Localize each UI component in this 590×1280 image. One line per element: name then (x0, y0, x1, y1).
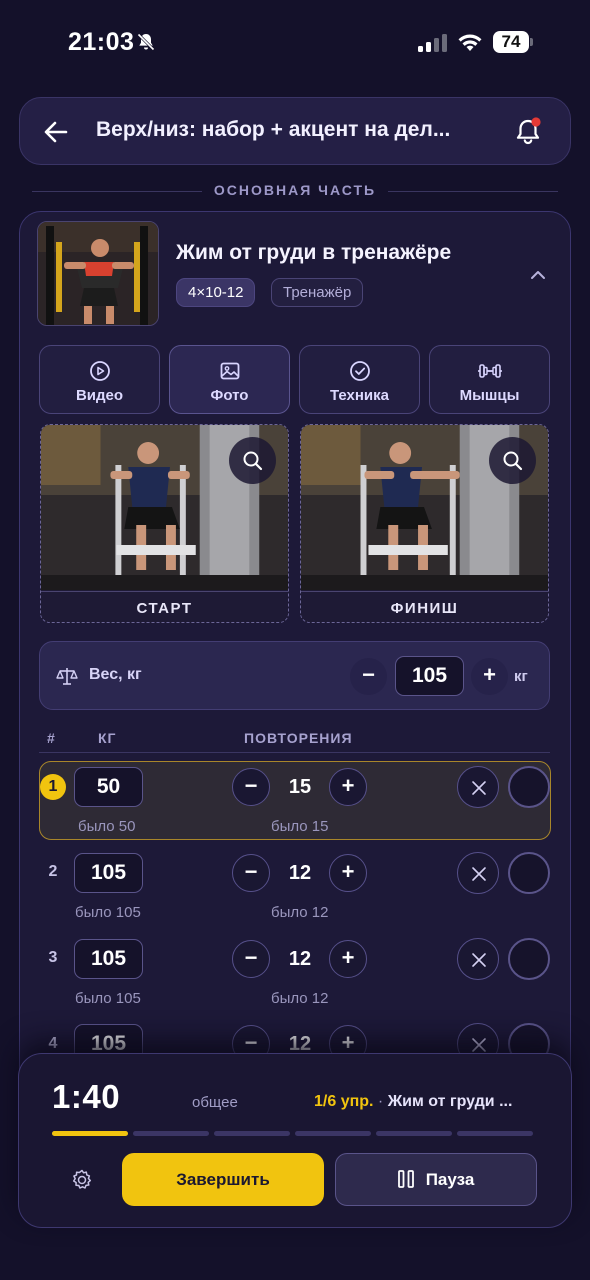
set-kg-input[interactable]: 105 (74, 939, 143, 979)
battery-level: 74 (493, 31, 529, 53)
signal-icon (418, 34, 447, 52)
check-icon (349, 361, 370, 381)
set-kg-input[interactable]: 105 (74, 853, 143, 893)
section-label: ОСНОВНАЯ ЧАСТЬ (0, 182, 590, 198)
set-number: 2 (48, 863, 58, 880)
set-number: 1 (40, 774, 66, 800)
close-icon (472, 781, 486, 795)
battery-icon: 74 (493, 31, 533, 53)
gear-icon[interactable] (70, 1168, 94, 1192)
exercise-thumbnail[interactable] (37, 221, 159, 326)
photo-start[interactable]: СТАРТ (40, 424, 289, 623)
tab-label: Мышцы (459, 387, 520, 404)
complete-set-button[interactable] (508, 766, 550, 808)
tab-label: Фото (210, 387, 249, 404)
search-icon (503, 451, 523, 471)
image-icon (220, 362, 239, 380)
progress-segment-fill (52, 1131, 128, 1136)
back-arrow-icon[interactable] (38, 114, 74, 150)
pause-button[interactable]: Пауза (335, 1153, 537, 1206)
column-header-kg: КГ (98, 730, 117, 746)
photo-finish[interactable]: ФИНИШ (300, 424, 549, 623)
zoom-finish-button[interactable] (489, 437, 536, 484)
wifi-icon (458, 34, 482, 51)
pause-icon (397, 1170, 414, 1188)
weight-increase-button[interactable]: + (471, 658, 508, 695)
weight-input[interactable]: 105 (395, 656, 464, 696)
reps-increase-button[interactable]: + (329, 854, 367, 892)
reps-decrease-button[interactable]: − (232, 854, 270, 892)
reps-increase-button[interactable]: + (329, 768, 367, 806)
set-kg-input[interactable]: 50 (74, 767, 143, 807)
reps-decrease-button[interactable]: − (232, 940, 270, 978)
reps-decrease-button[interactable]: − (232, 768, 270, 806)
bell-muted-icon (137, 33, 155, 51)
set-number: 3 (48, 949, 58, 966)
notification-bell-icon[interactable] (512, 114, 546, 150)
previous-reps: было 12 (271, 990, 329, 1007)
set-reps-value: 12 (288, 862, 312, 884)
play-icon (89, 361, 110, 381)
previous-reps: было 15 (271, 818, 329, 835)
previous-reps: было 12 (271, 904, 329, 921)
zoom-start-button[interactable] (229, 437, 276, 484)
delete-set-button[interactable] (457, 852, 499, 894)
search-icon (243, 451, 263, 471)
set-number: 4 (48, 1035, 58, 1052)
close-icon (472, 953, 486, 967)
column-header-reps: ПОВТОРЕНИЯ (244, 730, 353, 746)
progress-segment (376, 1131, 452, 1136)
progress-segment (214, 1131, 290, 1136)
weight-label: Вес, кг (89, 666, 142, 683)
finish-workout-button[interactable]: Завершить (122, 1153, 324, 1206)
progress-segment (52, 1131, 128, 1136)
tab-technique[interactable]: Техника (299, 345, 420, 414)
exercise-progress: 1/6 упр. · Жим от груди ... (314, 1093, 513, 1110)
progress-segment (295, 1131, 371, 1136)
scale-icon (56, 668, 78, 685)
reps-increase-button[interactable]: + (329, 940, 367, 978)
previous-kg: было 50 (78, 818, 136, 835)
tab-photo[interactable]: Фото (169, 345, 290, 414)
delete-set-button[interactable] (457, 938, 499, 980)
chevron-up-icon[interactable] (528, 265, 548, 285)
pause-label: Пауза (425, 1170, 475, 1189)
complete-set-button[interactable] (508, 852, 550, 894)
exercise-title: Жим от груди в тренажёре (176, 241, 452, 264)
progress-segment (133, 1131, 209, 1136)
dumbbell-icon (477, 364, 502, 378)
photo-caption-finish: ФИНИШ (301, 591, 548, 622)
equipment-badge: Тренажёр (271, 278, 364, 307)
sets-reps-badge: 4×10-12 (176, 278, 256, 307)
session-timer: 1:40 (52, 1078, 121, 1115)
delete-set-button[interactable] (457, 766, 499, 808)
current-exercise-name: Жим от груди ... (387, 1093, 513, 1110)
previous-kg: было 105 (75, 904, 141, 921)
progress-segment (457, 1131, 533, 1136)
timer-label: общее (192, 1094, 238, 1111)
workout-title: Верх/низ: набор + акцент на дел... (96, 118, 451, 141)
table-header-divider (39, 752, 550, 753)
set-reps-value: 15 (288, 776, 312, 798)
column-header-number: # (47, 730, 56, 746)
status-time: 21:03 (68, 28, 135, 56)
close-icon (472, 1038, 486, 1052)
set-reps-value: 12 (288, 948, 312, 970)
photo-caption-start: СТАРТ (41, 591, 288, 622)
weight-decrease-button[interactable]: − (350, 658, 387, 695)
previous-kg: было 105 (75, 990, 141, 1007)
complete-set-button[interactable] (508, 938, 550, 980)
weight-unit: кг (514, 668, 528, 685)
exercise-count: 1/6 упр. (314, 1093, 374, 1110)
tab-muscles[interactable]: Мышцы (429, 345, 550, 414)
tab-label: Техника (329, 387, 390, 404)
tab-label: Видео (75, 387, 124, 404)
tab-video[interactable]: Видео (39, 345, 160, 414)
close-icon (472, 867, 486, 881)
